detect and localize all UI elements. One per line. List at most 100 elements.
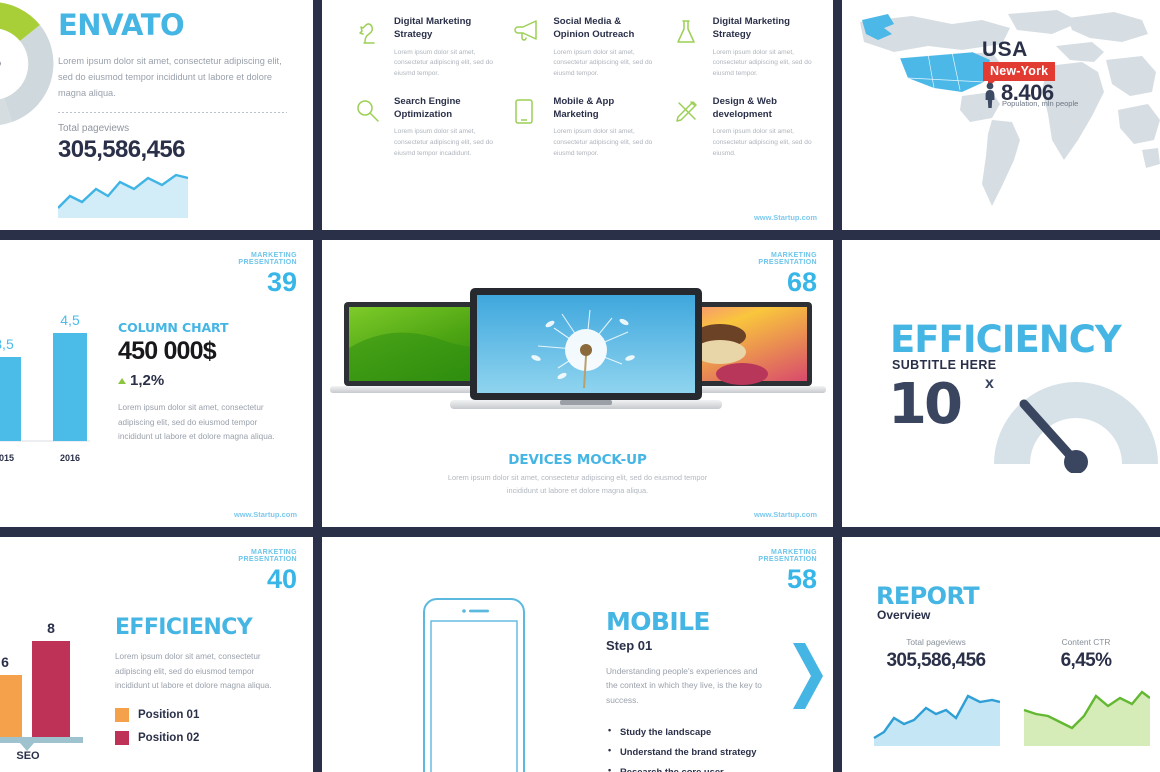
megaphone-icon (514, 16, 544, 80)
slide-number-marker: MARKETING PRESENTATION 58 (758, 549, 817, 593)
slide-thumbnail-grid: P PageRank ENVATO Lorem ipsum dolor sit … (0, 0, 1160, 772)
service-title: Design & Web development (712, 95, 777, 120)
kpi-label: Total pageviews (906, 637, 966, 647)
efficiency-title: EFFICIENCY (890, 318, 1122, 361)
svg-text:4,5: 4,5 (60, 312, 80, 328)
chevron-right-icon[interactable] (791, 641, 825, 716)
kpi-card: Total pageviews 305,586,456 (872, 637, 1001, 751)
svg-text:6: 6 (1, 654, 9, 670)
slide-devices-mockup[interactable]: MARKETING PRESENTATION 68 DEVICES MOCK-U… (322, 240, 833, 527)
population-caption: Population, mln people (1002, 99, 1079, 108)
donut-chart: P PageRank (0, 0, 64, 156)
pageviews-sparkline (57, 172, 287, 223)
service-item[interactable]: Digital Marketing Strategy Lorem ipsum d… (355, 16, 496, 80)
slide-world-map[interactable]: USA New-York 8.406 Population, mln peopl… (842, 0, 1160, 230)
slide-number-marker: MARKETING PRESENTATION 39 (238, 252, 297, 296)
efficiency-subtitle: SUBTITLE HERE (892, 358, 997, 372)
legend-item: Position 01 (115, 707, 291, 722)
service-item[interactable]: Social Media & Opinion Outreach Lorem ip… (514, 16, 655, 80)
list-item: Understand the brand strategy (606, 745, 763, 757)
service-title: Digital Marketing Strategy (394, 16, 472, 40)
service-title: Mobile & App Marketing (553, 95, 615, 120)
legend-swatch (115, 707, 129, 722)
kpi-label: Content CTR (1061, 637, 1111, 647)
svg-text:P: P (0, 57, 1, 77)
total-pageviews-label: Total pageviews (58, 123, 130, 135)
page-title: ENVATO (58, 8, 185, 42)
divider (58, 112, 287, 114)
service-desc: Lorem ipsum dolor sit amet, consectetur … (712, 48, 812, 78)
marker-line-1: MARKETING (771, 549, 817, 556)
legend-label: Position 01 (138, 708, 200, 721)
marker-line-2: PRESENTATION (758, 556, 817, 564)
service-desc: Lorem ipsum dolor sit amet, consectetur … (394, 128, 493, 157)
list-item: Research the core user (606, 765, 763, 772)
slide-report[interactable]: REPORT Overview Total pageviews 305,586,… (842, 537, 1160, 772)
mobile-desc: Understanding people's experiences and t… (606, 666, 762, 705)
svg-text:SEO: SEO (16, 750, 40, 759)
marker-number: 40 (266, 563, 297, 594)
marker-line-2: PRESENTATION (758, 259, 817, 267)
mobile-step: Step 01 (606, 638, 653, 653)
legend-item: Position 02 (115, 730, 291, 745)
web-link[interactable]: www.Startup.com (234, 510, 297, 519)
svg-text:3,5: 3,5 (0, 336, 14, 352)
chart-delta-value: 1,2% (130, 372, 165, 389)
triangle-up-icon (118, 377, 126, 384)
efficiency-number: 10 (888, 372, 963, 437)
kpi-card: Content CTR 6,45% (1022, 637, 1151, 751)
kpi-value: 6,45% (1060, 650, 1112, 671)
web-link[interactable]: www.Startup.com (754, 510, 817, 519)
marker-line-1: MARKETING (771, 252, 817, 259)
service-desc: Lorem ipsum dolor sit amet, consectetur … (553, 128, 653, 157)
marker-number: 39 (266, 266, 297, 297)
service-item[interactable]: Digital Marketing Strategy Lorem ipsum d… (674, 16, 815, 80)
efficiency-title: EFFICIENCY (115, 615, 253, 640)
svg-text:2015: 2015 (0, 453, 14, 463)
report-title: REPORT (876, 582, 980, 610)
total-pageviews-value: 305,586,456 (58, 136, 185, 164)
legend-swatch (115, 730, 129, 745)
services-grid: Digital Marketing Strategy Lorem ipsum d… (355, 16, 815, 159)
country-label: USA (982, 38, 1028, 61)
gauge-chart (990, 378, 1160, 474)
chart-big-value: 450 000$ (118, 337, 217, 365)
service-item[interactable]: Mobile & App Marketing Lorem ipsum dolor… (514, 96, 655, 160)
web-link[interactable]: www.Startup.com (754, 213, 817, 222)
chart-kicker: COLUMN CHART (118, 320, 229, 335)
envato-lead-text: Lorem ipsum dolor sit amet, consectetur … (58, 56, 282, 98)
city-tag: New-York (983, 62, 1056, 87)
service-desc: Lorem ipsum dolor sit amet, consectetur … (712, 128, 812, 157)
bar-chart: 6 8 SEO (0, 599, 83, 762)
marker-line-1: MARKETING (251, 549, 297, 556)
service-title: Social Media & Opinion Outreach (553, 16, 635, 40)
marker-line-2: PRESENTATION (238, 259, 297, 267)
slide-efficiency-gauge[interactable]: EFFICIENCY SUBTITLE HERE 10 x (842, 240, 1160, 527)
chart-legend: Position 01 Position 02 (115, 707, 291, 745)
flask-icon (674, 16, 704, 80)
svg-text:2016: 2016 (60, 453, 80, 463)
slide-services[interactable]: Digital Marketing Strategy Lorem ipsum d… (322, 0, 833, 230)
phone-mockup (422, 597, 526, 772)
magnifier-icon (355, 96, 385, 160)
person-icon (985, 82, 995, 108)
column-chart: 3,5 4,5 2015 2016 (0, 295, 90, 475)
mobile-title: MOBILE (606, 607, 711, 636)
slide-mobile[interactable]: MARKETING PRESENTATION 58 MOBILE Step 01… (322, 537, 833, 772)
world-map (842, 0, 1160, 230)
list-item: Study the landscape (606, 725, 763, 737)
slide-column-chart[interactable]: MARKETING PRESENTATION 39 3,5 4,5 2015 2… (0, 240, 313, 527)
chess-knight-icon (355, 16, 385, 80)
service-item[interactable]: Design & Web development Lorem ipsum dol… (674, 96, 815, 160)
slide-number-marker: MARKETING PRESENTATION 40 (238, 549, 297, 593)
kpi-value: 305,586,456 (886, 650, 986, 671)
legend-label: Position 02 (138, 731, 200, 744)
slide-envato[interactable]: P PageRank ENVATO Lorem ipsum dolor sit … (0, 0, 313, 230)
efficiency-desc: Lorem ipsum dolor sit amet, consectetur … (115, 652, 272, 691)
devices-stage (322, 288, 833, 448)
service-title: Search Engine Optimization (394, 95, 461, 120)
slide-efficiency-bars[interactable]: MARKETING PRESENTATION 40 6 8 SEO EFFICI… (0, 537, 313, 772)
chart-desc: Lorem ipsum dolor sit amet, consectetur … (118, 403, 275, 442)
service-item[interactable]: Search Engine Optimization Lorem ipsum d… (355, 96, 496, 160)
devices-title: DEVICES MOCK-UP (508, 452, 647, 468)
